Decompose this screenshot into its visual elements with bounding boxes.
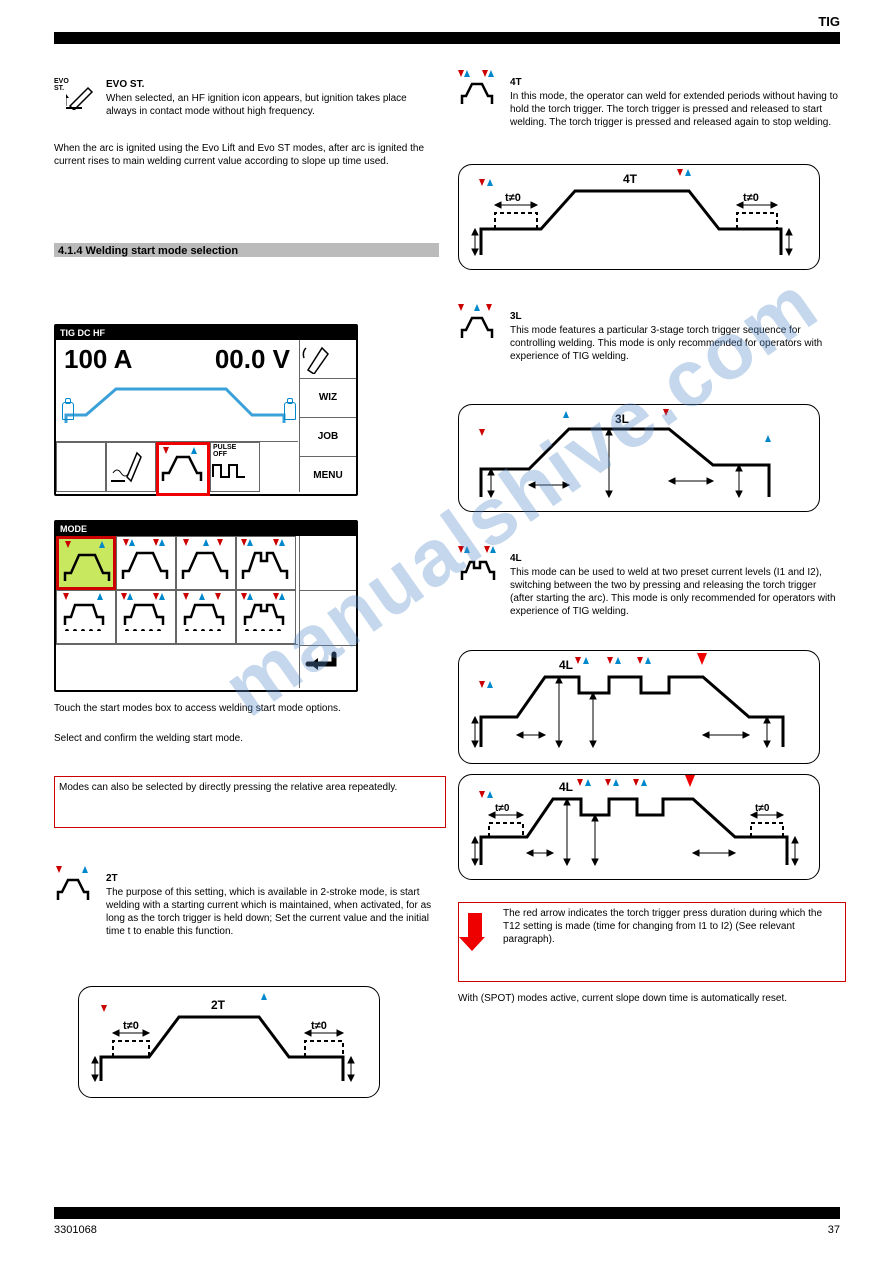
job-button[interactable]: JOB (300, 418, 356, 457)
footer-right: 37 (828, 1223, 840, 1237)
mode-spot-2t[interactable] (56, 590, 116, 644)
wiz-button[interactable]: WIZ (300, 379, 356, 418)
note-box-1: Modes can also be selected by directly p… (54, 776, 446, 828)
lcd-header: TIG DC HF (56, 326, 356, 340)
tne-label: t≠0 (123, 1020, 139, 1032)
mode-4t[interactable] (116, 536, 176, 590)
section-title: 4.1.4 Welding start mode selection (58, 244, 238, 258)
mode-3l-desc: This mode features a particular 3-stage … (510, 324, 840, 363)
evo-st-name: EVO ST. (106, 78, 144, 91)
mode-3l-icon (458, 312, 498, 340)
volts-readout: 00.0 V (215, 344, 290, 375)
down-arrow-icon (465, 913, 485, 951)
mode-4l[interactable] (236, 536, 296, 590)
side-empty-1 (300, 536, 356, 591)
touch-text: Touch the start modes box to access weld… (54, 702, 439, 715)
mode-2t-icon (54, 874, 94, 902)
svg-text:4L: 4L (559, 658, 573, 672)
lcd-panel-2: MODE (54, 520, 358, 692)
diagram-3l: 3L (458, 404, 820, 512)
svg-text:4L: 4L (559, 780, 573, 794)
diagram-4t: t≠0 t≠0 4T (458, 164, 820, 270)
diagram-4l-a: 4L (458, 650, 820, 764)
red-arrow-note: The red arrow indicates the torch trigge… (503, 907, 833, 946)
menu-button[interactable]: MENU (300, 457, 356, 495)
header-title: TIG (818, 14, 840, 31)
diagram-2t: t≠0 t≠0 2T (78, 986, 380, 1098)
mode-spot-4t[interactable] (116, 590, 176, 644)
amps-readout: 100 A (64, 344, 132, 375)
hf-cell[interactable] (106, 442, 156, 492)
waveform-icon (56, 375, 298, 431)
mode-2t-desc: The purpose of this setting, which is av… (106, 886, 436, 938)
mode-3l-name: 3L (510, 310, 522, 323)
gas-pre-icon (62, 402, 74, 420)
diagram-4l-b: t≠0 t≠0 4L (458, 774, 820, 880)
press-arrow-icon (163, 447, 169, 454)
note-1: Modes can also be selected by directly p… (59, 781, 433, 794)
spot-note: With (SPOT) modes active, current slope … (458, 992, 843, 1005)
mode-4t-desc: In this mode, the operator can weld for … (510, 90, 840, 129)
svg-text:3L: 3L (615, 412, 629, 426)
gas-post-icon (284, 402, 296, 420)
note-box-2: The red arrow indicates the torch trigge… (458, 902, 846, 982)
mode-4t-icon (458, 78, 498, 106)
lcd-panel-1: TIG DC HF 100 A 00.0 V DC (54, 324, 358, 496)
mode-2t[interactable] (56, 536, 116, 590)
mode-spot-3l[interactable] (176, 590, 236, 644)
mode-cell-selected[interactable] (156, 442, 210, 496)
pulse-cell[interactable]: PULSE OFF (210, 442, 260, 492)
svg-text:4T: 4T (623, 172, 638, 186)
mode-spot-4l[interactable] (236, 590, 296, 644)
select-text: Select and confirm the welding start mod… (54, 732, 439, 745)
footer-left: 3301068 (54, 1223, 97, 1237)
mode-4t-name: 4T (510, 76, 522, 89)
big-press-arrow (697, 653, 707, 665)
evo-st-icon: EVOST. (54, 78, 94, 114)
mode-header: MODE (56, 522, 356, 536)
svg-text:t≠0: t≠0 (743, 192, 759, 204)
big-press-arrow-2 (685, 775, 695, 787)
evo-st-p1: When selected, an HF ignition icon appea… (106, 92, 436, 118)
svg-text:t≠0: t≠0 (311, 1020, 327, 1032)
svg-text:t≠0: t≠0 (495, 803, 510, 814)
mode-4l-name: 4L (510, 552, 522, 565)
bottom-rule (54, 1207, 840, 1219)
side-empty-2 (300, 591, 356, 646)
svg-text:2T: 2T (211, 998, 226, 1012)
empty-cell (56, 442, 106, 492)
svg-text:t≠0: t≠0 (755, 803, 770, 814)
back-button[interactable] (300, 646, 356, 688)
top-rule (54, 32, 840, 44)
release-arrow-icon (191, 447, 197, 454)
mode-2t-name: 2T (106, 872, 118, 885)
mode-4l-icon (458, 554, 500, 582)
evo-st-p2: When the arc is ignited using the Evo Li… (54, 142, 439, 168)
mode-3l[interactable] (176, 536, 236, 590)
svg-text:t≠0: t≠0 (505, 192, 521, 204)
mode-4l-desc: This mode can be used to weld at two pre… (510, 566, 840, 618)
torch-icon-cell[interactable] (300, 340, 356, 379)
